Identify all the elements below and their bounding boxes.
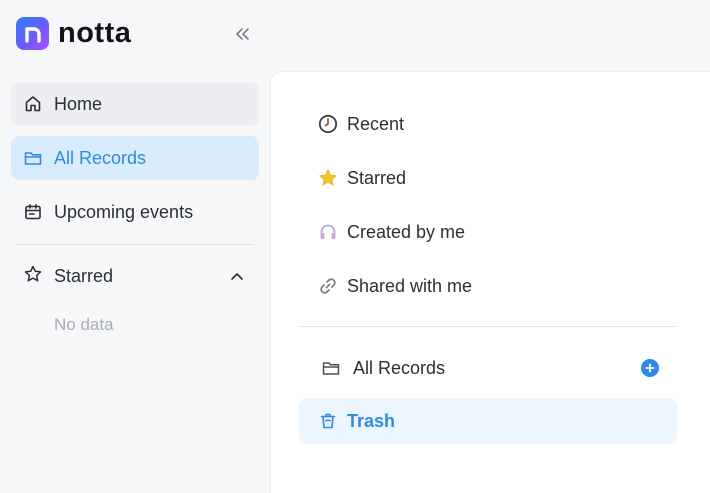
app-window: notta Home All Records Upcoming events S… <box>0 0 710 493</box>
records-panel: Recent Starred Created by me Shared with… <box>270 71 710 493</box>
folder-label: Trash <box>347 410 396 431</box>
filter-label: Shared with me <box>347 275 473 296</box>
panel-divider <box>299 326 676 327</box>
sidebar: notta Home All Records Upcoming events S… <box>0 0 270 493</box>
sidebar-item-label: Upcoming events <box>54 201 194 222</box>
sidebar-item-home[interactable]: Home <box>11 82 259 126</box>
filter-starred[interactable]: Starred <box>299 155 677 201</box>
logo-text: notta <box>58 17 132 49</box>
sidebar-item-label: Home <box>54 93 103 114</box>
starred-empty-text: No data <box>54 315 114 334</box>
headphones-icon <box>318 222 338 242</box>
folder-all-records[interactable]: All Records <box>299 345 677 391</box>
folder-trash[interactable]: Trash <box>299 398 677 444</box>
sidebar-item-all-records[interactable]: All Records <box>11 136 259 180</box>
sidebar-divider <box>16 244 254 245</box>
folder-label: All Records <box>353 357 446 378</box>
clock-icon <box>318 114 338 134</box>
link-icon <box>318 276 338 296</box>
filter-shared-with-me[interactable]: Shared with me <box>299 263 677 309</box>
plus-icon <box>645 363 655 373</box>
home-icon <box>23 94 43 114</box>
chevron-up-icon[interactable] <box>229 268 245 284</box>
star-outline-icon <box>23 264 43 289</box>
star-icon <box>318 168 338 188</box>
logo[interactable]: notta <box>16 17 131 50</box>
filter-created-by-me[interactable]: Created by me <box>299 209 677 255</box>
trash-icon <box>318 411 338 431</box>
filter-label: Starred <box>347 167 407 188</box>
add-folder-button[interactable] <box>641 359 659 377</box>
starred-section-label: Starred <box>54 265 114 286</box>
double-chevron-left-icon <box>236 28 249 40</box>
sidebar-item-upcoming-events[interactable]: Upcoming events <box>11 190 259 234</box>
folder-icon <box>321 358 341 378</box>
folder-icon <box>23 148 43 168</box>
filter-label: Recent <box>347 113 405 134</box>
filter-recent[interactable]: Recent <box>299 101 677 147</box>
sidebar-item-label: All Records <box>54 147 147 168</box>
collapse-sidebar-button[interactable] <box>232 24 252 44</box>
filter-label: Created by me <box>347 221 466 242</box>
calendar-icon <box>23 202 43 222</box>
sidebar-starred-section[interactable]: Starred <box>11 254 259 298</box>
notta-logo-icon <box>16 17 49 50</box>
